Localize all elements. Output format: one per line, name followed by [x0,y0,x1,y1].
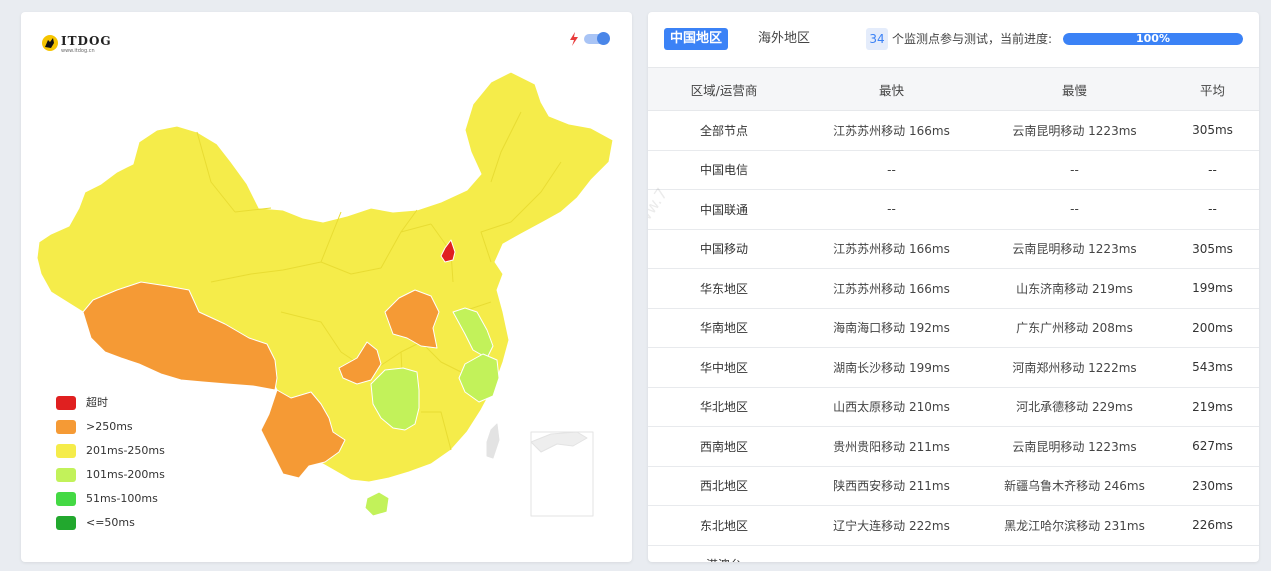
legend-swatch [56,468,76,482]
table-row: 华北地区 山西太原移动 210ms 河北承德移动 229ms 219ms [648,387,1259,427]
cell-slowest: 河南郑州移动 1222ms [983,347,1166,388]
tab-china[interactable]: 中国地区 [664,28,729,50]
table-row: 中国电信 -- -- -- [648,150,1259,190]
probe-count-badge: 34 [866,28,888,50]
cell-average: 226ms [1166,505,1259,546]
legend-swatch [56,420,76,434]
cell-fastest: -- [800,189,983,230]
legend-swatch [56,516,76,530]
results-table: 区域/运营商 最快 最慢 平均 全部节点 江苏苏州移动 166ms 云南昆明移动 1… [648,67,1259,562]
legend-label: >250ms [86,420,133,433]
cell-region: 华东地区 [648,268,800,309]
table-row: 华南地区 海南海口移动 192ms 广东广州移动 208ms 200ms [648,308,1259,348]
results-panel: 中国地区 海外地区 34 个监测点参与测试，当前进度: 100% 区域/运营商 … [648,12,1259,562]
cell-slowest: 云南昆明移动 1223ms [983,426,1166,467]
legend-label: <=50ms [86,516,135,529]
table-row: 中国联通 -- -- -- [648,189,1259,230]
map-region-hainan [364,491,390,517]
legend-label: 201ms-250ms [86,444,165,457]
probe-status-text: 个监测点参与测试，当前进度: [892,32,1053,46]
cell-fastest: 江苏苏州移动 166ms [800,229,983,269]
table-header-row: 区域/运营商 最快 最慢 平均 [648,67,1259,111]
legend-swatch [56,444,76,458]
cell-region: 华南地区 [648,308,800,348]
cell-slowest: -- [983,189,1166,230]
map-panel: ITDOG www.itdog.cn 超时 >250ms 201ms-250ms… [21,12,632,562]
cell-fastest: 贵州贵阳移动 211ms [800,426,983,467]
cell-average: -- [1166,189,1259,230]
tab-overseas[interactable]: 海外地区 [752,28,816,50]
cell-fastest: 山西太原移动 210ms [800,387,983,427]
cell-slowest: 新疆乌鲁木齐移动 246ms [983,466,1166,506]
header-fastest: 最快 [800,67,983,111]
cell-fastest: 江苏苏州移动 166ms [800,268,983,309]
cell-slowest: 广东广州移动 208ms [983,308,1166,348]
cell-average: 305ms [1166,110,1259,151]
cell-average: 305ms [1166,229,1259,269]
cell-average: -- [1166,150,1259,190]
cell-fastest: 湖南长沙移动 199ms [800,347,983,388]
progress-fill: 100% [1063,33,1243,45]
table-row: 西北地区 陕西西安移动 211ms 新疆乌鲁木齐移动 246ms 230ms [648,466,1259,506]
cell-slowest: 黑龙江哈尔滨移动 231ms [983,505,1166,546]
cell-region: 中国联通 [648,189,800,230]
cell-average: 543ms [1166,347,1259,388]
cell-slowest: 云南昆明移动 1223ms [983,229,1166,269]
cell-fastest: -- [800,150,983,190]
table-row: 东北地区 辽宁大连移动 222ms 黑龙江哈尔滨移动 231ms 226ms [648,505,1259,546]
table-row: 华东地区 江苏苏州移动 166ms 山东济南移动 219ms 199ms [648,268,1259,309]
cell-region: 港澳台 [648,545,800,562]
legend-label: 101ms-200ms [86,468,165,481]
progress-bar: 100% [1063,33,1243,45]
legend-label: 超时 [86,396,108,409]
cell-slowest: 山东济南移动 219ms [983,268,1166,309]
legend-label: 51ms-100ms [86,492,158,505]
cell-slowest: -- [983,150,1166,190]
cell-average: -- [1166,545,1259,562]
legend-swatch [56,492,76,506]
cell-average: 627ms [1166,426,1259,467]
map-region-taiwan [486,423,500,459]
cell-region: 中国移动 [648,229,800,269]
cell-average: 230ms [1166,466,1259,506]
cell-fastest: -- [800,545,983,562]
table-row: 港澳台------ [648,545,1259,562]
table-row: 中国移动 江苏苏州移动 166ms 云南昆明移动 1223ms 305ms [648,229,1259,269]
cell-region: 中国电信 [648,150,800,190]
cell-region: 西北地区 [648,466,800,506]
cell-slowest: 云南昆明移动 1223ms [983,110,1166,151]
cell-fastest: 江苏苏州移动 166ms [800,110,983,151]
cell-slowest: 河北承德移动 229ms [983,387,1166,427]
legend-swatch [56,396,76,410]
cell-fastest: 陕西西安移动 211ms [800,466,983,506]
cell-region: 全部节点 [648,110,800,151]
cell-average: 199ms [1166,268,1259,309]
cell-fastest: 海南海口移动 192ms [800,308,983,348]
header-region: 区域/运营商 [648,67,800,111]
header-average: 平均 [1166,67,1259,111]
cell-region: 东北地区 [648,505,800,546]
table-row: 西南地区 贵州贵阳移动 211ms 云南昆明移动 1223ms 627ms [648,426,1259,467]
cell-average: 219ms [1166,387,1259,427]
cell-region: 西南地区 [648,426,800,467]
cell-region: 华中地区 [648,347,800,388]
cell-region: 华北地区 [648,387,800,427]
inset-coast [530,431,588,453]
cell-fastest: 辽宁大连移动 222ms [800,505,983,546]
header-slowest: 最慢 [983,67,1166,111]
table-row: 全部节点 江苏苏州移动 166ms 云南昆明移动 1223ms 305ms [648,110,1259,151]
cell-average: 200ms [1166,308,1259,348]
table-row: 华中地区 湖南长沙移动 199ms 河南郑州移动 1222ms 543ms [648,347,1259,388]
cell-slowest: -- [983,545,1166,562]
